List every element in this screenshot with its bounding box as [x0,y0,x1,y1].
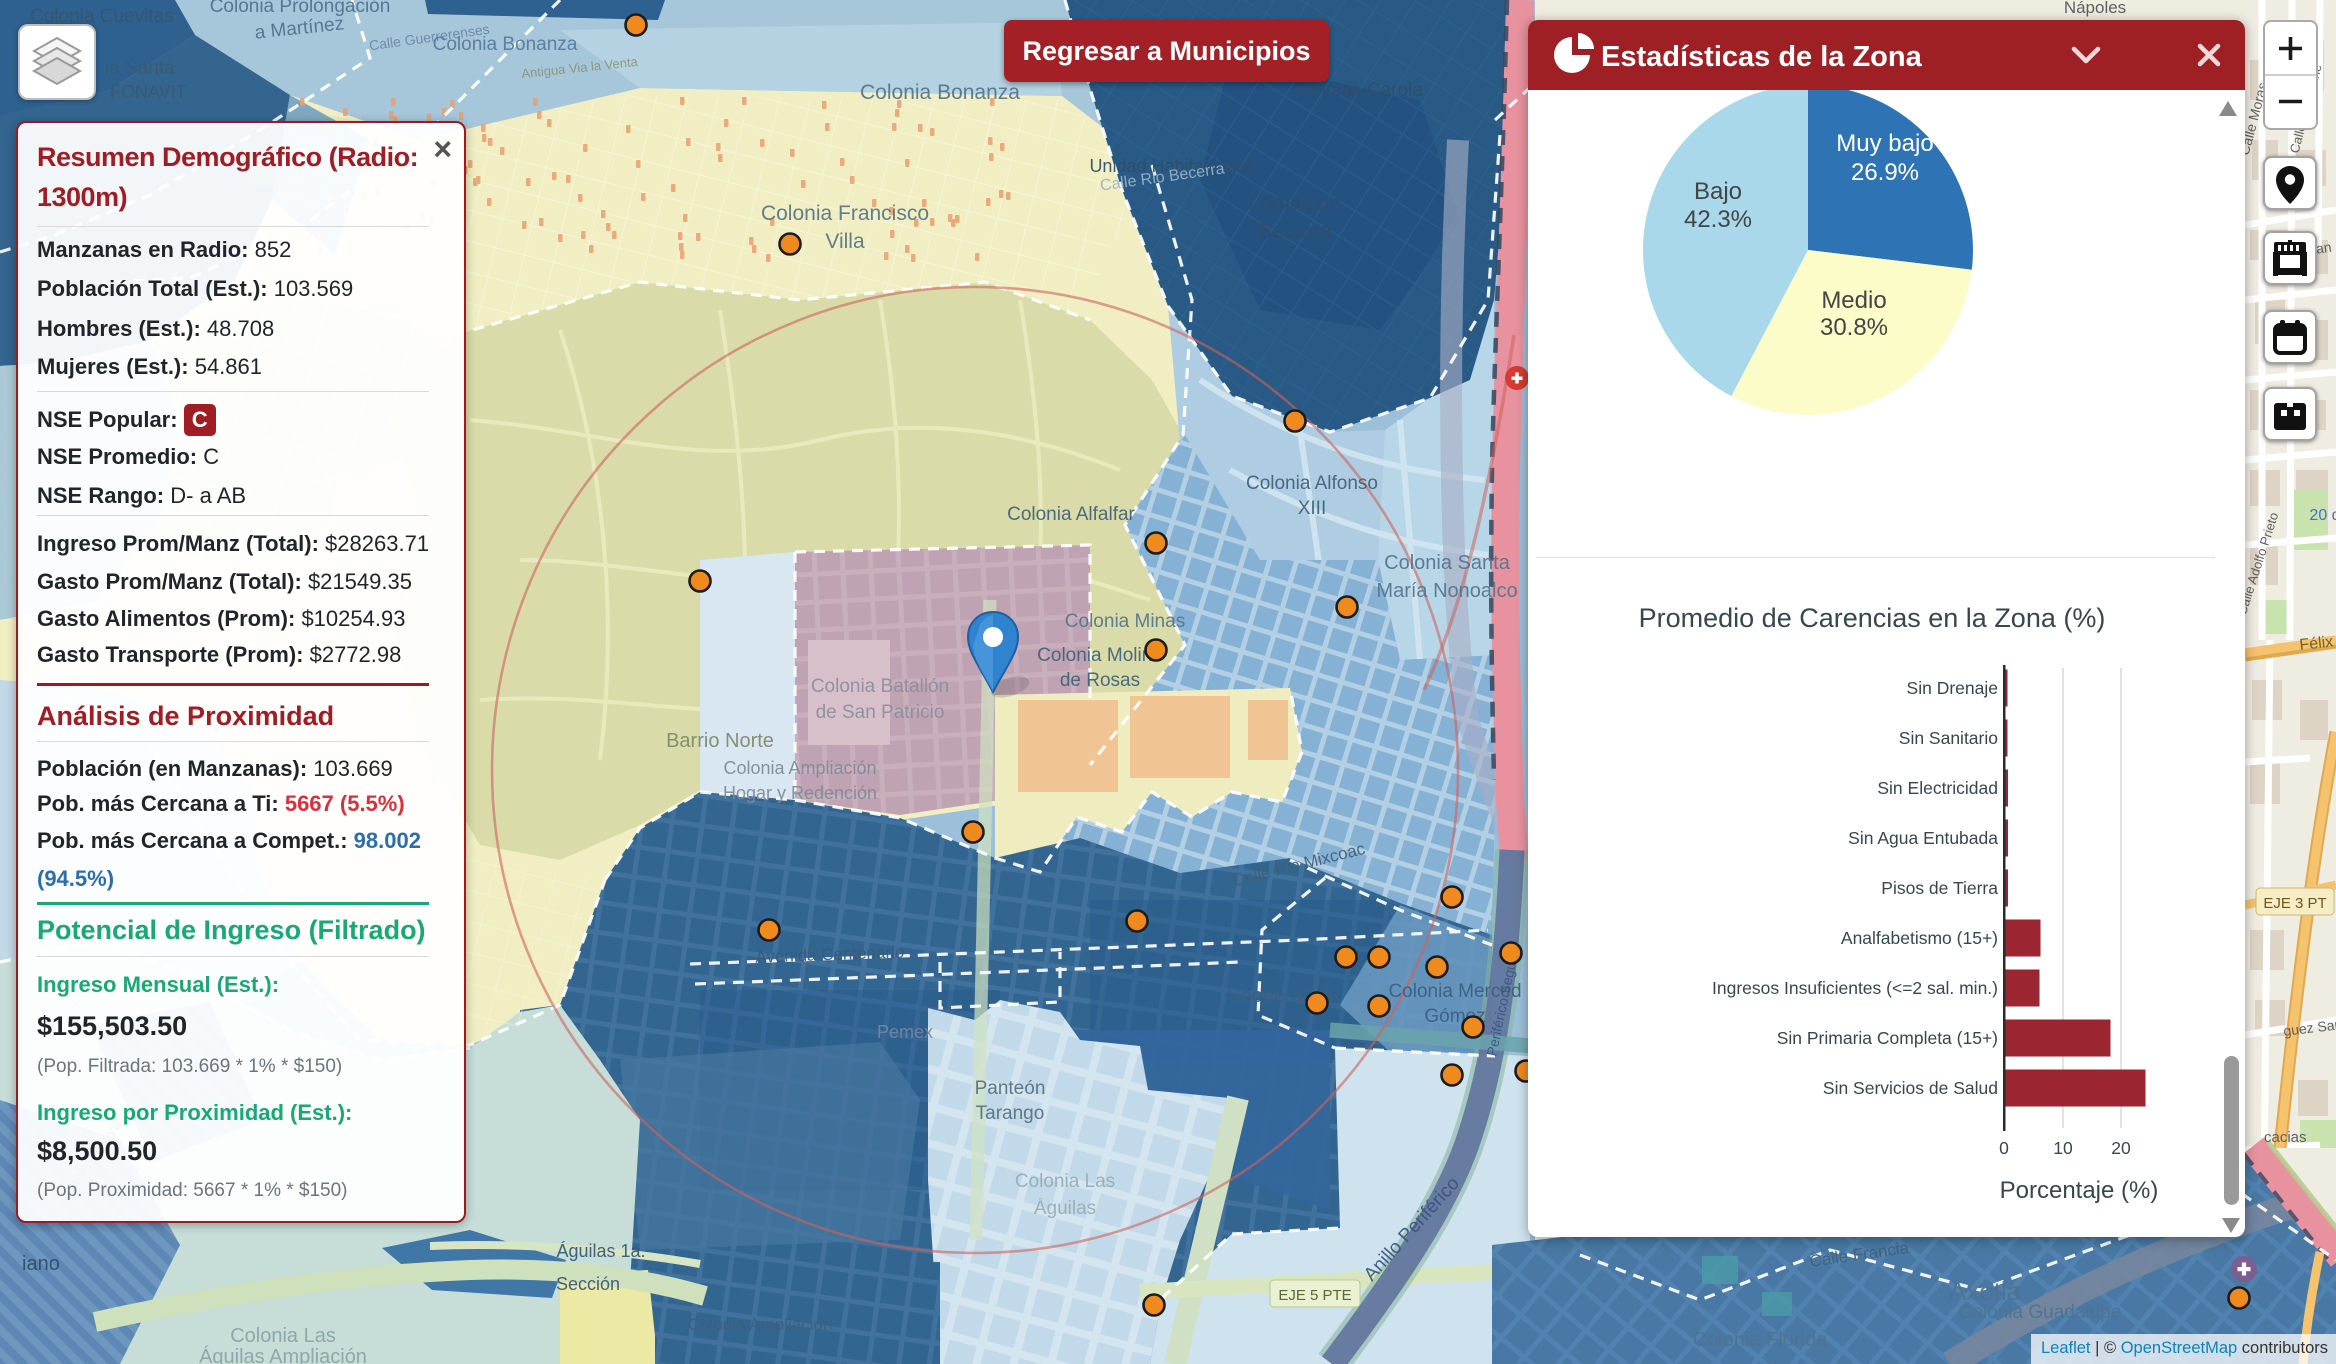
svg-text:Promedio de Carencias en la Zo: Promedio de Carencias en la Zona (%) [1639,603,2106,633]
svg-text:Pemex: Pemex [877,1022,933,1042]
svg-text:Sin Servicios de Salud: Sin Servicios de Salud [1823,1078,1998,1098]
svg-text:Colonia Bonanza: Colonia Bonanza [860,81,1020,104]
svg-text:Barrio Norte: Barrio Norte [666,730,774,752]
svg-text:Analfabetismo (15+): Analfabetismo (15+) [1841,928,1998,948]
svg-text:de Rosas: de Rosas [1060,670,1140,691]
svg-text:Colonia Minas: Colonia Minas [1065,611,1185,632]
svg-text:10: 10 [2053,1138,2073,1158]
svg-text:Colonia Alfonso: Colonia Alfonso [1246,473,1378,494]
svg-text:42.3%: 42.3% [1684,206,1752,233]
svg-text:Colonia Las: Colonia Las [1015,1171,1115,1192]
svg-text:Estadísticas de la Zona: Estadísticas de la Zona [1601,41,1923,73]
svg-text:Tarango: Tarango [976,1103,1045,1124]
svg-text:Colonia Florida: Colonia Florida [1693,1329,1828,1351]
svg-text:30.8%: 30.8% [1820,314,1888,341]
svg-text:de San Patricio: de San Patricio [816,702,945,723]
svg-text:Becerra: Becerra [1258,220,1332,243]
svg-text:Colonia Francisco: Colonia Francisco [761,202,929,225]
svg-text:Villa: Villa [825,230,865,253]
svg-text:XIII: XIII [1298,498,1327,519]
svg-text:Colonia Carola: Colonia Carola [1297,80,1423,101]
svg-text:Hogar y Redención: Hogar y Redención [723,783,877,803]
svg-text:Lomas de: Lomas de [1249,192,1341,215]
svg-text:Panteón: Panteón [975,1078,1046,1099]
svg-text:20 d: 20 d [2309,507,2336,524]
svg-text:Águilas Ampliación: Águilas Ampliación [199,1345,367,1364]
svg-text:Colonia Ampliación: Colonia Ampliación [723,758,876,778]
svg-text:iano: iano [22,1253,60,1275]
svg-text:Nápoles: Nápoles [2064,0,2126,17]
svg-text:Pisos de Tierra: Pisos de Tierra [1881,878,1998,898]
svg-text:0: 0 [1999,1138,2009,1158]
svg-text:Sin Drenaje: Sin Drenaje [1907,678,1998,698]
svg-text:Colonia Las: Colonia Las [230,1325,336,1347]
svg-text:Águilas 1a.: Águilas 1a. [556,1241,645,1261]
svg-text:Sin Sanitario: Sin Sanitario [1899,728,1998,748]
svg-text:Colonia Molino: Colonia Molino [1037,645,1163,666]
svg-text:EJE 3 PT: EJE 3 PT [2263,895,2326,912]
svg-text:Colonia Batallón: Colonia Batallón [811,676,949,697]
svg-text:Sin Agua Entubada: Sin Agua Entubada [1848,828,1998,848]
svg-text:Colonia Santa: Colonia Santa [1384,552,1511,574]
svg-text:Colonia Alfalfar: Colonia Alfalfar [1007,504,1135,525]
svg-text:Porcentaje (%): Porcentaje (%) [2000,1177,2159,1204]
svg-text:cacias: cacias [2264,1129,2307,1146]
svg-text:EJE 5 PTE: EJE 5 PTE [1278,1287,1351,1304]
svg-text:ia Santa: ia Santa [105,58,175,79]
svg-text:20: 20 [2111,1138,2131,1158]
svg-text:Ingresos Insuficientes (<=2 sa: Ingresos Insuficientes (<=2 sal. min.) [1712,978,1998,998]
svg-text:Sin Electricidad: Sin Electricidad [1877,778,1998,798]
svg-text:Sin Primaria Completa (15+): Sin Primaria Completa (15+) [1777,1028,1998,1048]
svg-text:Colonia Guadalupe: Colonia Guadalupe [1959,1302,2122,1323]
svg-text:Bajo: Bajo [1694,178,1742,205]
svg-text:Colonia Prolongación: Colonia Prolongación [210,0,391,17]
svg-text:26.9%: 26.9% [1851,159,1919,186]
svg-text:Colonia Bonanza: Colonia Bonanza [433,34,578,55]
svg-text:Muy bajo: Muy bajo [1836,130,1933,157]
svg-text:Sección: Sección [556,1274,620,1294]
svg-text:Colonia Ampliación: Colonia Ampliación [688,1315,833,1334]
svg-text:Águilas: Águilas [1034,1198,1096,1219]
svg-text:FONAVIT: FONAVIT [110,82,187,102]
svg-text:María Nonoalco: María Nonoalco [1376,580,1517,602]
svg-text:Medio: Medio [1821,287,1886,314]
